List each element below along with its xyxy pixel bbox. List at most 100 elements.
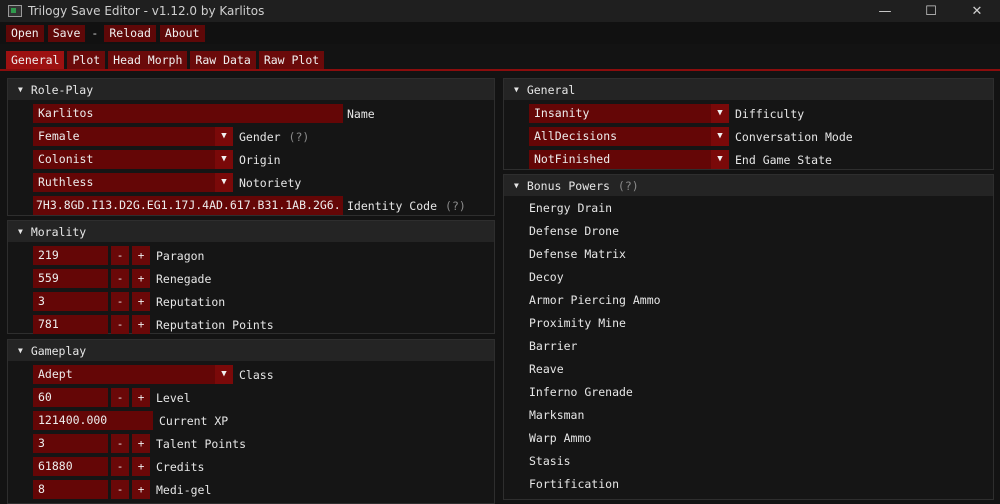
gender-help-icon[interactable]: (?) — [289, 130, 310, 144]
paragon-input[interactable]: 219 — [33, 246, 108, 265]
endgame-row: NotFinished ▼ End Game State — [529, 148, 832, 171]
identity-row: 7H3.8GD.I13.D2G.EG1.17J.4AD.617.B31.1AB.… — [33, 194, 466, 217]
origin-select[interactable]: Colonist ▼ — [33, 150, 233, 169]
power-item[interactable]: Energy Drain — [529, 197, 612, 220]
origin-row: Colonist ▼ Origin — [33, 148, 281, 171]
power-item[interactable]: Defense Matrix — [529, 243, 626, 266]
close-button[interactable]: ✕ — [954, 0, 1000, 22]
increment-button[interactable]: + — [132, 246, 150, 265]
gameplay-header[interactable]: ▼ Gameplay — [8, 340, 494, 361]
tab-plot[interactable]: Plot — [67, 51, 106, 69]
gameplay-header-label: Gameplay — [30, 343, 87, 358]
roleplay-header[interactable]: ▼ Role-Play — [8, 79, 494, 100]
notoriety-select[interactable]: Ruthless ▼ — [33, 173, 233, 192]
end-game-state-select[interactable]: NotFinished ▼ — [529, 150, 729, 169]
power-item[interactable]: Armor Piercing Ammo — [529, 289, 661, 312]
notoriety-label: Notoriety — [239, 175, 302, 190]
window-controls: — ☐ ✕ — [862, 0, 1000, 22]
maximize-button[interactable]: ☐ — [908, 0, 954, 22]
class-select[interactable]: Adept ▼ — [33, 365, 233, 384]
gender-value: Female — [38, 129, 80, 143]
reputation-label: Reputation — [156, 294, 226, 309]
renegade-input[interactable]: 559 — [33, 269, 108, 288]
dropdown-triangle-icon: ▼ — [215, 365, 233, 384]
decrement-button[interactable]: - — [111, 480, 129, 499]
medigel-label: Medi-gel — [156, 482, 212, 497]
power-item[interactable]: Fortification — [529, 473, 619, 496]
conversation-mode-label: Conversation Mode — [735, 129, 853, 144]
notoriety-row: Ruthless ▼ Notoriety — [33, 171, 301, 194]
current-xp-input[interactable]: 121400.000 — [33, 411, 153, 430]
power-item[interactable]: Warp Ammo — [529, 427, 591, 450]
gender-select[interactable]: Female ▼ — [33, 127, 233, 146]
increment-button[interactable]: + — [132, 434, 150, 453]
identity-help-icon[interactable]: (?) — [445, 199, 466, 213]
decrement-button[interactable]: - — [111, 434, 129, 453]
power-item[interactable]: Reave — [529, 358, 564, 381]
paragon-label: Paragon — [156, 248, 205, 263]
power-item[interactable]: Barrier — [529, 335, 577, 358]
tab-head-morph[interactable]: Head Morph — [108, 51, 188, 69]
power-item[interactable]: Inferno Grenade — [529, 381, 633, 404]
reputation-points-input[interactable]: 781 — [33, 315, 108, 334]
identity-code-input[interactable]: 7H3.8GD.I13.D2G.EG1.17J.4AD.617.B31.1AB.… — [33, 196, 343, 215]
reputation-row: 3 - + Reputation — [33, 290, 225, 313]
increment-button[interactable]: + — [132, 315, 150, 334]
increment-button[interactable]: + — [132, 480, 150, 499]
end-game-state-label: End Game State — [735, 152, 832, 167]
conversation-mode-select[interactable]: AllDecisions ▼ — [529, 127, 729, 146]
morality-header[interactable]: ▼ Morality — [8, 221, 494, 242]
end-game-state-value: NotFinished — [534, 152, 611, 166]
power-item[interactable]: Stasis — [529, 450, 571, 473]
class-row: Adept ▼ Class — [33, 363, 274, 386]
notoriety-value: Ruthless — [38, 175, 94, 189]
roleplay-panel: ▼ Role-Play Karlitos Name Female ▼ Gende… — [7, 78, 495, 216]
general-header[interactable]: ▼ General — [504, 79, 993, 100]
menu-about[interactable]: About — [159, 24, 205, 42]
class-label: Class — [239, 367, 274, 382]
collapse-triangle-icon: ▼ — [18, 346, 23, 355]
reputation-input[interactable]: 3 — [33, 292, 108, 311]
decrement-button[interactable]: - — [111, 269, 129, 288]
menu-open[interactable]: Open — [6, 24, 44, 42]
medigel-input[interactable]: 8 — [33, 480, 108, 499]
dropdown-triangle-icon: ▼ — [215, 150, 233, 169]
decrement-button[interactable]: - — [111, 315, 129, 334]
decrement-button[interactable]: - — [111, 388, 129, 407]
decrement-button[interactable]: - — [111, 246, 129, 265]
decrement-button[interactable]: - — [111, 457, 129, 476]
tab-raw-plot[interactable]: Raw Plot — [258, 51, 325, 69]
tab-raw-data[interactable]: Raw Data — [190, 51, 256, 69]
increment-button[interactable]: + — [132, 388, 150, 407]
name-input[interactable]: Karlitos — [33, 104, 343, 123]
level-input[interactable]: 60 — [33, 388, 108, 407]
menu-reload[interactable]: Reload — [104, 24, 156, 42]
class-value: Adept — [38, 367, 73, 381]
talent-points-input[interactable]: 3 — [33, 434, 108, 453]
power-item[interactable]: Marksman — [529, 404, 584, 427]
increment-button[interactable]: + — [132, 292, 150, 311]
renegade-label: Renegade — [156, 271, 212, 286]
tab-general[interactable]: General — [6, 51, 65, 69]
credits-input[interactable]: 61880 — [33, 457, 108, 476]
collapse-triangle-icon: ▼ — [514, 85, 519, 94]
minimize-button[interactable]: — — [862, 0, 908, 22]
dropdown-triangle-icon: ▼ — [711, 104, 729, 123]
gender-row: Female ▼ Gender (?) — [33, 125, 309, 148]
power-item[interactable]: Proximity Mine — [529, 312, 626, 335]
bonus-powers-header[interactable]: ▼ Bonus Powers (?) — [504, 175, 993, 196]
increment-button[interactable]: + — [132, 457, 150, 476]
gameplay-panel: ▼ Gameplay Adept ▼ Class 60 - + Level 12… — [7, 339, 495, 504]
power-item[interactable]: Defense Drone — [529, 220, 619, 243]
title-bar: Trilogy Save Editor - v1.12.0 by Karlito… — [0, 0, 1000, 22]
increment-button[interactable]: + — [132, 269, 150, 288]
decrement-button[interactable]: - — [111, 292, 129, 311]
menu-save[interactable]: Save — [47, 24, 86, 42]
window-title: Trilogy Save Editor - v1.12.0 by Karlito… — [28, 4, 265, 18]
dropdown-triangle-icon: ▼ — [215, 173, 233, 192]
difficulty-select[interactable]: Insanity ▼ — [529, 104, 729, 123]
bonus-powers-help-icon[interactable]: (?) — [618, 179, 639, 193]
menu-separator: - — [91, 26, 99, 40]
power-item[interactable]: Decoy — [529, 266, 564, 289]
conversation-row: AllDecisions ▼ Conversation Mode — [529, 125, 853, 148]
